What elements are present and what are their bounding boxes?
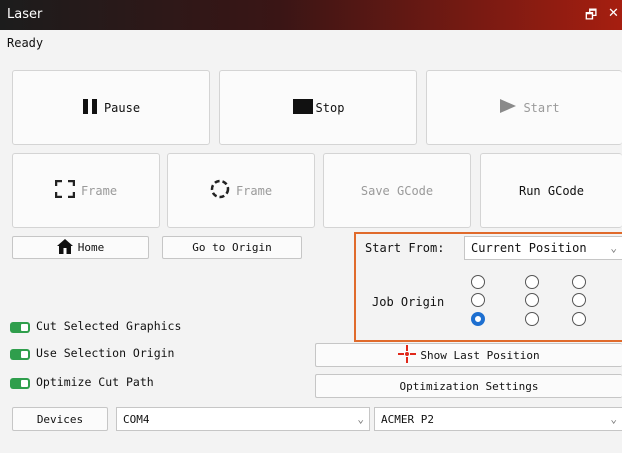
start-from-value: Current Position (471, 241, 587, 255)
use-selection-origin-toggle[interactable] (10, 349, 30, 360)
machine-value: ACMER P2 (381, 412, 434, 426)
close-icon[interactable]: ✕ (608, 6, 619, 21)
machine-select[interactable]: ACMER P2 ⌄ (374, 407, 622, 431)
go-to-origin-button[interactable]: Go to Origin (162, 236, 302, 259)
origin-radio-top-center[interactable] (525, 275, 539, 289)
chevron-down-icon: ⌄ (610, 241, 617, 255)
optimization-settings-button[interactable]: Optimization Settings (315, 374, 622, 398)
show-last-position-button[interactable]: Show Last Position (315, 343, 622, 367)
home-label: Home (77, 241, 105, 254)
optimize-cut-path-label: Optimize Cut Path (36, 375, 154, 389)
port-select[interactable]: COM4 ⌄ (116, 407, 370, 431)
window-title: Laser (7, 7, 43, 22)
origin-radio-top-right[interactable] (572, 275, 586, 289)
show-last-position-label: Show Last Position (420, 348, 540, 362)
job-origin-label: Job Origin (372, 295, 445, 309)
pause-icon (82, 98, 98, 118)
pause-label: Pause (103, 100, 141, 115)
stop-button[interactable]: Stop (219, 70, 417, 145)
home-icon (56, 238, 73, 257)
frame-circle-label: Frame (235, 183, 273, 198)
window-titlebar: Laser 🗗 ✕ (0, 0, 622, 30)
home-button[interactable]: Home (12, 236, 149, 259)
cut-selected-toggle[interactable] (10, 322, 30, 333)
frame-circle-button[interactable]: Frame (167, 153, 315, 228)
chevron-down-icon: ⌄ (610, 412, 617, 426)
origin-radio-middle-right[interactable] (572, 293, 586, 307)
pause-button[interactable]: Pause (12, 70, 210, 145)
frame-rect-button[interactable]: Frame (12, 153, 160, 228)
start-from-label: Start From: (365, 241, 445, 255)
frame-square-icon (54, 179, 76, 201)
origin-radio-bottom-center[interactable] (525, 312, 539, 326)
origin-radio-top-left[interactable] (471, 275, 485, 289)
crosshair-icon (398, 344, 417, 366)
play-icon (499, 98, 517, 117)
chevron-down-icon: ⌄ (357, 412, 364, 426)
devices-button[interactable]: Devices (12, 407, 108, 431)
origin-radio-middle-center[interactable] (525, 293, 539, 307)
frame-rect-label: Frame (80, 183, 118, 198)
cut-selected-label: Cut Selected Graphics (36, 319, 182, 333)
status-text: Ready (7, 36, 44, 50)
optimize-cut-path-toggle[interactable] (10, 378, 30, 389)
origin-radio-middle-left[interactable] (471, 293, 485, 307)
start-label: Start (523, 100, 560, 115)
origin-radio-bottom-right[interactable] (572, 312, 586, 326)
restore-icon[interactable]: 🗗 (585, 6, 597, 28)
devices-label: Devices (36, 412, 84, 426)
frame-circle-icon (210, 179, 230, 202)
run-gcode-label: Run GCode (518, 183, 585, 198)
optimization-settings-label: Optimization Settings (399, 379, 539, 393)
origin-radio-bottom-left[interactable] (471, 312, 485, 326)
start-from-select[interactable]: Current Position ⌄ (464, 236, 622, 260)
port-value: COM4 (123, 412, 150, 426)
save-gcode-button[interactable]: Save GCode (323, 153, 471, 228)
use-selection-origin-label: Use Selection Origin (36, 346, 175, 360)
go-to-origin-label: Go to Origin (192, 241, 272, 254)
stop-icon (292, 98, 314, 118)
run-gcode-button[interactable]: Run GCode (480, 153, 622, 228)
save-gcode-label: Save GCode (360, 183, 434, 198)
stop-label: Stop (315, 100, 345, 115)
start-button[interactable]: Start (426, 70, 622, 145)
